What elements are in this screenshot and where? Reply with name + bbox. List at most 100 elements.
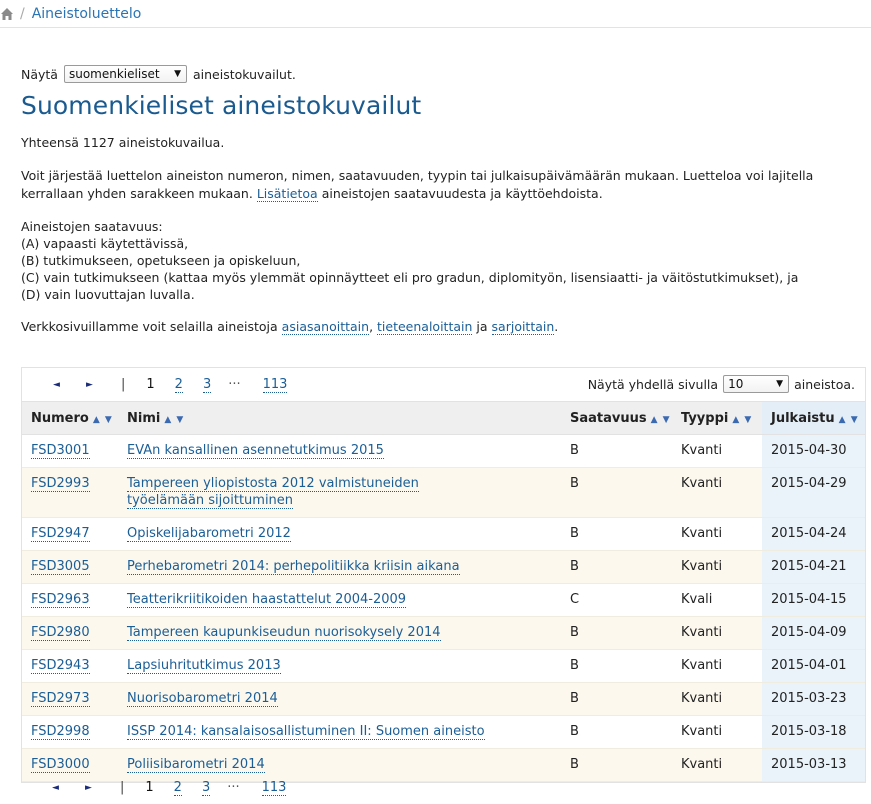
column-number-label: Numero	[31, 410, 89, 426]
table-row: FSD2993 Tampereen yliopistosta 2012 valm…	[22, 467, 865, 518]
availability-cell: C	[561, 583, 672, 617]
table-row: FSD2963 Teatterikriitikoiden haastattelu…	[22, 583, 865, 617]
chevron-down-icon: ▼	[776, 379, 784, 389]
date-cell: 2015-04-01	[762, 649, 865, 683]
type-cell: Kvanti	[672, 616, 762, 650]
availability-cell: B	[561, 517, 672, 551]
availability-cell: B	[561, 649, 672, 683]
pager-ellipsis: ···	[228, 377, 241, 392]
type-cell: Kvanti	[672, 682, 762, 716]
availability-cell: B	[561, 682, 672, 716]
dataset-name-link[interactable]: Opiskelijabarometri 2012	[127, 526, 291, 542]
availability-cell: B	[561, 467, 672, 518]
dataset-name-link[interactable]: Nuorisobarometri 2014	[127, 691, 278, 707]
availability-item: (A) vapaasti käytettävissä,	[21, 236, 189, 251]
table-row: FSD3001 EVAn kansallinen asennetutkimus …	[22, 434, 865, 468]
dataset-id-link[interactable]: FSD2998	[31, 724, 90, 740]
type-cell: Kvanti	[672, 550, 762, 584]
table-row: FSD2980 Tampereen kaupunkiseudun nuoriso…	[22, 616, 865, 650]
per-page-value: 10	[728, 377, 744, 391]
dataset-table: Numero ▲ ▼ Nimi ▲ ▼ Saatavuus ▲ ▼ Tyyppi ▲ ▼…	[22, 401, 865, 782]
date-cell: 2015-03-23	[762, 682, 865, 716]
browse-by-discipline-link[interactable]: tieteenaloittain	[377, 319, 473, 335]
column-name-label: Nimi	[127, 410, 161, 426]
dataset-id-link[interactable]: FSD2993	[31, 476, 90, 492]
sort-arrows-icon[interactable]: ▲ ▼	[93, 415, 113, 425]
dataset-name-link[interactable]: Teatterikriitikoiden haastattelut 2004-2…	[127, 592, 407, 608]
sort-info: Voit järjestää luettelon aineiston numer…	[21, 167, 866, 203]
next-page-icon[interactable]: ►	[85, 783, 99, 793]
dataset-id-link[interactable]: FSD2947	[31, 526, 90, 542]
date-cell: 2015-03-18	[762, 715, 865, 749]
page-link-3[interactable]: 3	[201, 780, 211, 796]
per-page-label: Näytä yhdellä sivulla	[587, 376, 719, 392]
sort-arrows-icon[interactable]: ▲ ▼	[839, 415, 859, 425]
dataset-name-link[interactable]: Perhebarometri 2014: perhepolitiikka kri…	[127, 559, 460, 575]
chevron-down-icon: ▼	[174, 69, 181, 79]
availability-item: (B) tutkimukseen, opetukseen ja opiskelu…	[21, 253, 301, 268]
prev-page-icon[interactable]: ◄	[53, 380, 67, 390]
page-link-2[interactable]: 2	[173, 780, 182, 796]
sort-arrows-icon[interactable]: ▲ ▼	[651, 415, 671, 425]
availability-info: Aineistojen saatavuus: (A) vapaasti käyt…	[21, 218, 866, 303]
dataset-id-link[interactable]: FSD2980	[31, 625, 90, 641]
dataset-name-link[interactable]: Lapsiuhritutkimus 2013	[127, 658, 281, 674]
home-icon[interactable]	[0, 7, 14, 21]
prev-page-icon[interactable]: ◄	[52, 783, 66, 793]
dataset-name-link[interactable]: ISSP 2014: kansalaisosallistuminen II: S…	[127, 724, 485, 740]
per-page-select[interactable]: 10 ▼	[723, 375, 790, 393]
per-page-suffix: aineistoa.	[794, 376, 855, 392]
table-row: FSD2973 Nuorisobarometri 2014 B Kvanti 2…	[22, 682, 865, 716]
column-header-type: Tyyppi ▲ ▼	[672, 401, 762, 435]
type-cell: Kvanti	[672, 517, 762, 551]
dataset-id-link[interactable]: FSD3001	[31, 443, 90, 459]
browse-text: Verkkosivuillamme voit selailla aineisto…	[21, 319, 278, 334]
browse-by-series-link[interactable]: sarjoittain	[491, 319, 555, 335]
browse-by-keyword-link[interactable]: asiasanoittain	[281, 319, 370, 335]
page-link-3[interactable]: 3	[202, 377, 212, 393]
pager-divider: |	[120, 780, 125, 795]
page-link-2[interactable]: 2	[174, 377, 183, 393]
availability-cell: B	[561, 616, 672, 650]
next-page-icon[interactable]: ►	[86, 380, 100, 390]
table-row: FSD2943 Lapsiuhritutkimus 2013 B Kvanti …	[22, 649, 865, 683]
column-availability-label: Saatavuus	[570, 410, 647, 426]
dataset-id-link[interactable]: FSD2943	[31, 658, 90, 674]
sort-arrows-icon[interactable]: ▲ ▼	[732, 415, 752, 425]
breadcrumb-current[interactable]: Aineistoluettelo	[32, 6, 142, 22]
page-link-last[interactable]: 113	[261, 780, 287, 796]
dataset-name-link[interactable]: Tampereen kaupunkiseudun nuorisokysely 2…	[127, 625, 441, 641]
current-page: 1	[145, 780, 154, 795]
browse-end: .	[554, 319, 559, 334]
column-header-availability: Saatavuus ▲ ▼	[561, 401, 672, 435]
table-header-row: Numero ▲ ▼ Nimi ▲ ▼ Saatavuus ▲ ▼ Tyyppi ▲ ▼…	[22, 401, 865, 435]
per-page-control: Näytä yhdellä sivulla 10 ▼ aineistoa.	[588, 375, 855, 393]
table-row: FSD3005 Perhebarometri 2014: perhepoliti…	[22, 550, 865, 584]
browse-separator: ,	[369, 319, 374, 334]
date-cell: 2015-04-21	[762, 550, 865, 584]
availability-item: (C) vain tutkimukseen (kattaa myös ylemm…	[21, 270, 799, 285]
current-page: 1	[146, 377, 155, 392]
main-content: Näytä suomenkieliset ▼ aineistokuvailut.…	[21, 28, 866, 351]
language-select[interactable]: suomenkieliset ▼	[63, 65, 187, 83]
sort-arrows-icon[interactable]: ▲ ▼	[164, 415, 184, 425]
dataset-name-link[interactable]: Tampereen yliopistosta 2012 valmistuneid…	[127, 476, 419, 509]
column-header-name: Nimi ▲ ▼	[118, 401, 561, 435]
dataset-id-link[interactable]: FSD2963	[31, 592, 90, 608]
date-cell: 2015-04-24	[762, 517, 865, 551]
column-header-published: Julkaistu ▲ ▼	[762, 401, 865, 435]
filter-prefix: Näytä	[21, 66, 58, 82]
pager-ellipsis: ···	[227, 780, 240, 795]
more-info-link[interactable]: Lisätietoa	[256, 186, 318, 202]
availability-item: (D) vain luovuttajan luvalla.	[21, 287, 195, 302]
availability-cell: B	[561, 434, 672, 468]
dataset-name-link[interactable]: EVAn kansallinen asennetutkimus 2015	[127, 443, 384, 459]
page-link-last[interactable]: 113	[262, 377, 288, 393]
dataset-id-link[interactable]: FSD2973	[31, 691, 90, 707]
availability-heading: Aineistojen saatavuus:	[21, 219, 163, 234]
table-row: FSD2998 ISSP 2014: kansalaisosallistumin…	[22, 715, 865, 749]
date-cell: 2015-04-15	[762, 583, 865, 617]
breadcrumb-separator: /	[20, 5, 25, 22]
top-pager: ◄ ► | 1 2 3 ··· 113 Näytä yhdellä sivull…	[22, 368, 865, 401]
dataset-id-link[interactable]: FSD3005	[31, 559, 90, 575]
